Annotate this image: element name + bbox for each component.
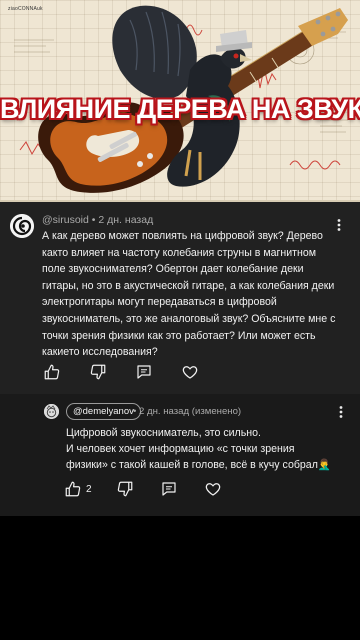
reply-timestamp[interactable]: 2 дн. назад (изменено) xyxy=(139,406,241,417)
comment-author[interactable]: @sirusoid xyxy=(42,214,89,226)
heart-button[interactable] xyxy=(181,363,199,381)
reply-reply-button[interactable] xyxy=(160,480,178,498)
video-headline: ВЛИЯНИЕ ДЕРЕВА НА ЗВУК xyxy=(0,94,360,124)
reply-icon xyxy=(161,482,176,496)
dislike-icon xyxy=(117,481,132,497)
reply-line-2: И человек хочет информацию «с точки зрен… xyxy=(66,443,295,455)
reply-icon xyxy=(137,365,151,379)
comment-actions xyxy=(43,363,199,381)
meta-separator: • xyxy=(133,406,137,417)
dislike-icon xyxy=(90,364,106,380)
comment-meta: @sirusoid • 2 дн. назад xyxy=(42,214,153,226)
meta-separator: • xyxy=(91,214,96,226)
comment-timestamp[interactable]: 2 дн. назад xyxy=(98,214,153,226)
reply-author-avatar[interactable] xyxy=(44,404,59,419)
commenter-avatar[interactable] xyxy=(10,214,34,238)
reply-body: Цифровой звукосниматель, это сильно. И ч… xyxy=(66,425,346,473)
dislike-button[interactable] xyxy=(89,363,107,381)
reply-author-chip[interactable]: @demelyanov xyxy=(66,403,141,420)
reply-meta: • 2 дн. назад (изменено) xyxy=(133,406,241,417)
comment-body: А как дерево может повлиять на цифровой … xyxy=(42,230,336,359)
reply-heart-button[interactable] xyxy=(204,480,222,498)
reply-line-3: физики» с такой кашей в голове, всё в ку… xyxy=(66,459,332,471)
like-button[interactable] xyxy=(43,363,61,381)
reply-like-count: 2 xyxy=(86,483,92,495)
reply-dislike-button[interactable] xyxy=(116,480,134,498)
reply-actions: 2 xyxy=(64,480,222,498)
video-thumbnail[interactable]: ziaoCONNAuk ВЛИЯНИЕ ДЕРЕВА НА ЗВУК xyxy=(0,0,360,202)
reply-more-button[interactable] xyxy=(334,405,348,419)
reply-button[interactable] xyxy=(135,363,153,381)
reply-line-1: Цифровой звукосниматель, это сильно. xyxy=(66,427,261,439)
heart-icon xyxy=(182,366,198,379)
heart-icon xyxy=(205,483,220,496)
like-icon xyxy=(65,481,81,497)
reply-like-button[interactable]: 2 xyxy=(64,480,92,498)
like-icon xyxy=(44,364,60,380)
more-vert-icon xyxy=(339,406,343,418)
